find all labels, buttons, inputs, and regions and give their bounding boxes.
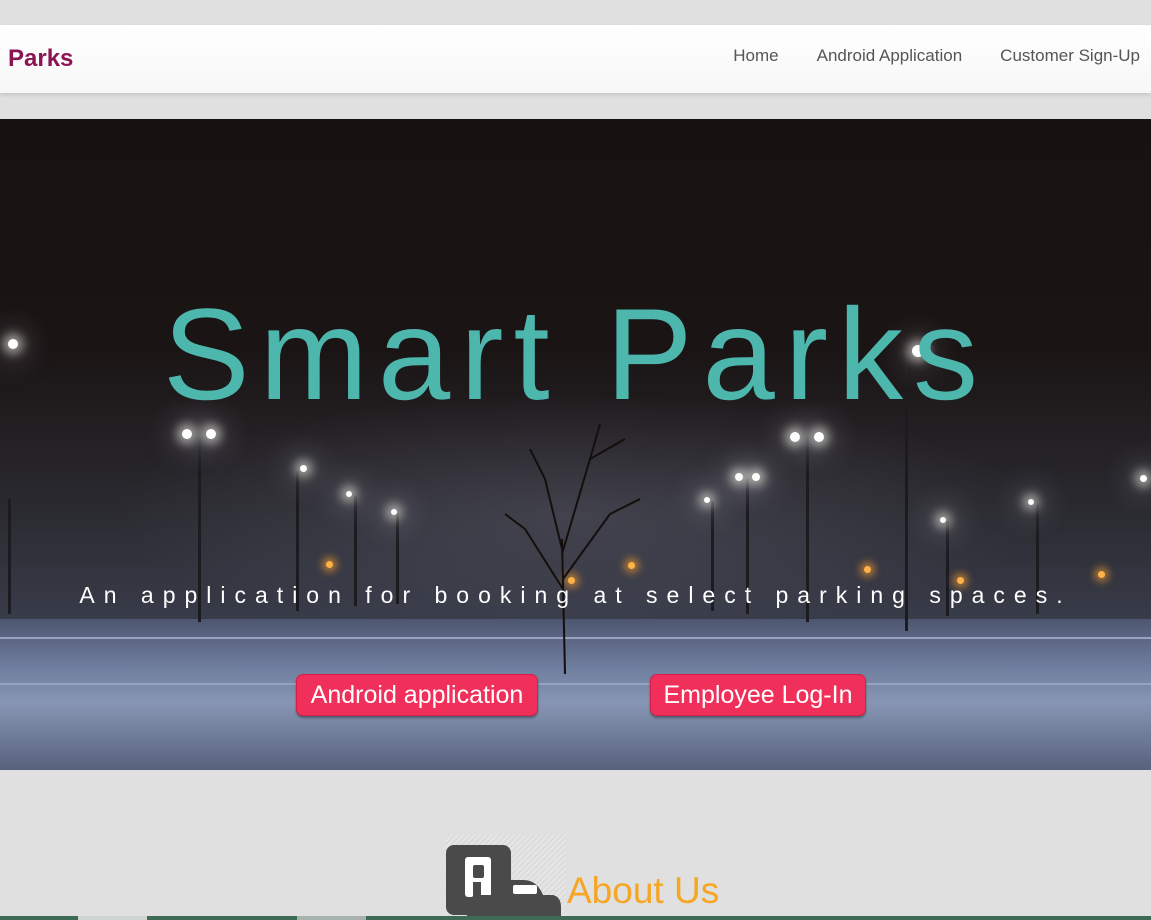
- lamp-light: [1140, 475, 1147, 482]
- page: Parks Home Android Application Customer …: [0, 0, 1151, 920]
- bare-tree-graphic: [504, 423, 641, 675]
- orange-light: [1098, 571, 1105, 578]
- parking-car-icon: [445, 835, 566, 920]
- navbar: Parks Home Android Application Customer …: [0, 25, 1151, 93]
- ground-line: [0, 683, 1151, 685]
- orange-light: [326, 561, 333, 568]
- nav-link-android-application[interactable]: Android Application: [817, 45, 963, 67]
- orange-light: [864, 566, 871, 573]
- lamp-light: [346, 491, 352, 497]
- nav-link-home[interactable]: Home: [733, 45, 778, 67]
- horizontal-scrollbar[interactable]: [0, 916, 1151, 920]
- lamp-light: [182, 429, 192, 439]
- lamp-light: [300, 465, 307, 472]
- employee-login-button[interactable]: Employee Log-In: [650, 674, 866, 716]
- hero-title: Smart Parks: [162, 281, 989, 427]
- lamp-light: [1028, 499, 1034, 505]
- about-us-heading: About Us: [567, 870, 720, 911]
- lamp-light: [752, 473, 760, 481]
- scrollbar-thumb[interactable]: [78, 916, 147, 920]
- lamp-light: [814, 432, 824, 442]
- android-application-button[interactable]: Android application: [296, 674, 538, 716]
- lamp-light: [206, 429, 216, 439]
- lamp-light: [391, 509, 397, 515]
- scrollbar-segment: [297, 916, 366, 920]
- lamp-light: [940, 517, 946, 523]
- hero-banner: Smart Parks An application for booking a…: [0, 119, 1151, 770]
- lamp-light: [790, 432, 800, 442]
- brand-link[interactable]: Parks: [8, 45, 73, 73]
- hero-tagline: An application for booking at select par…: [79, 582, 1072, 608]
- nav-link-customer-sign-up[interactable]: Customer Sign-Up: [1000, 45, 1140, 67]
- lamp-light: [735, 473, 743, 481]
- lamp-light: [704, 497, 710, 503]
- nav-links: Home Android Application Customer Sign-U…: [695, 45, 1140, 67]
